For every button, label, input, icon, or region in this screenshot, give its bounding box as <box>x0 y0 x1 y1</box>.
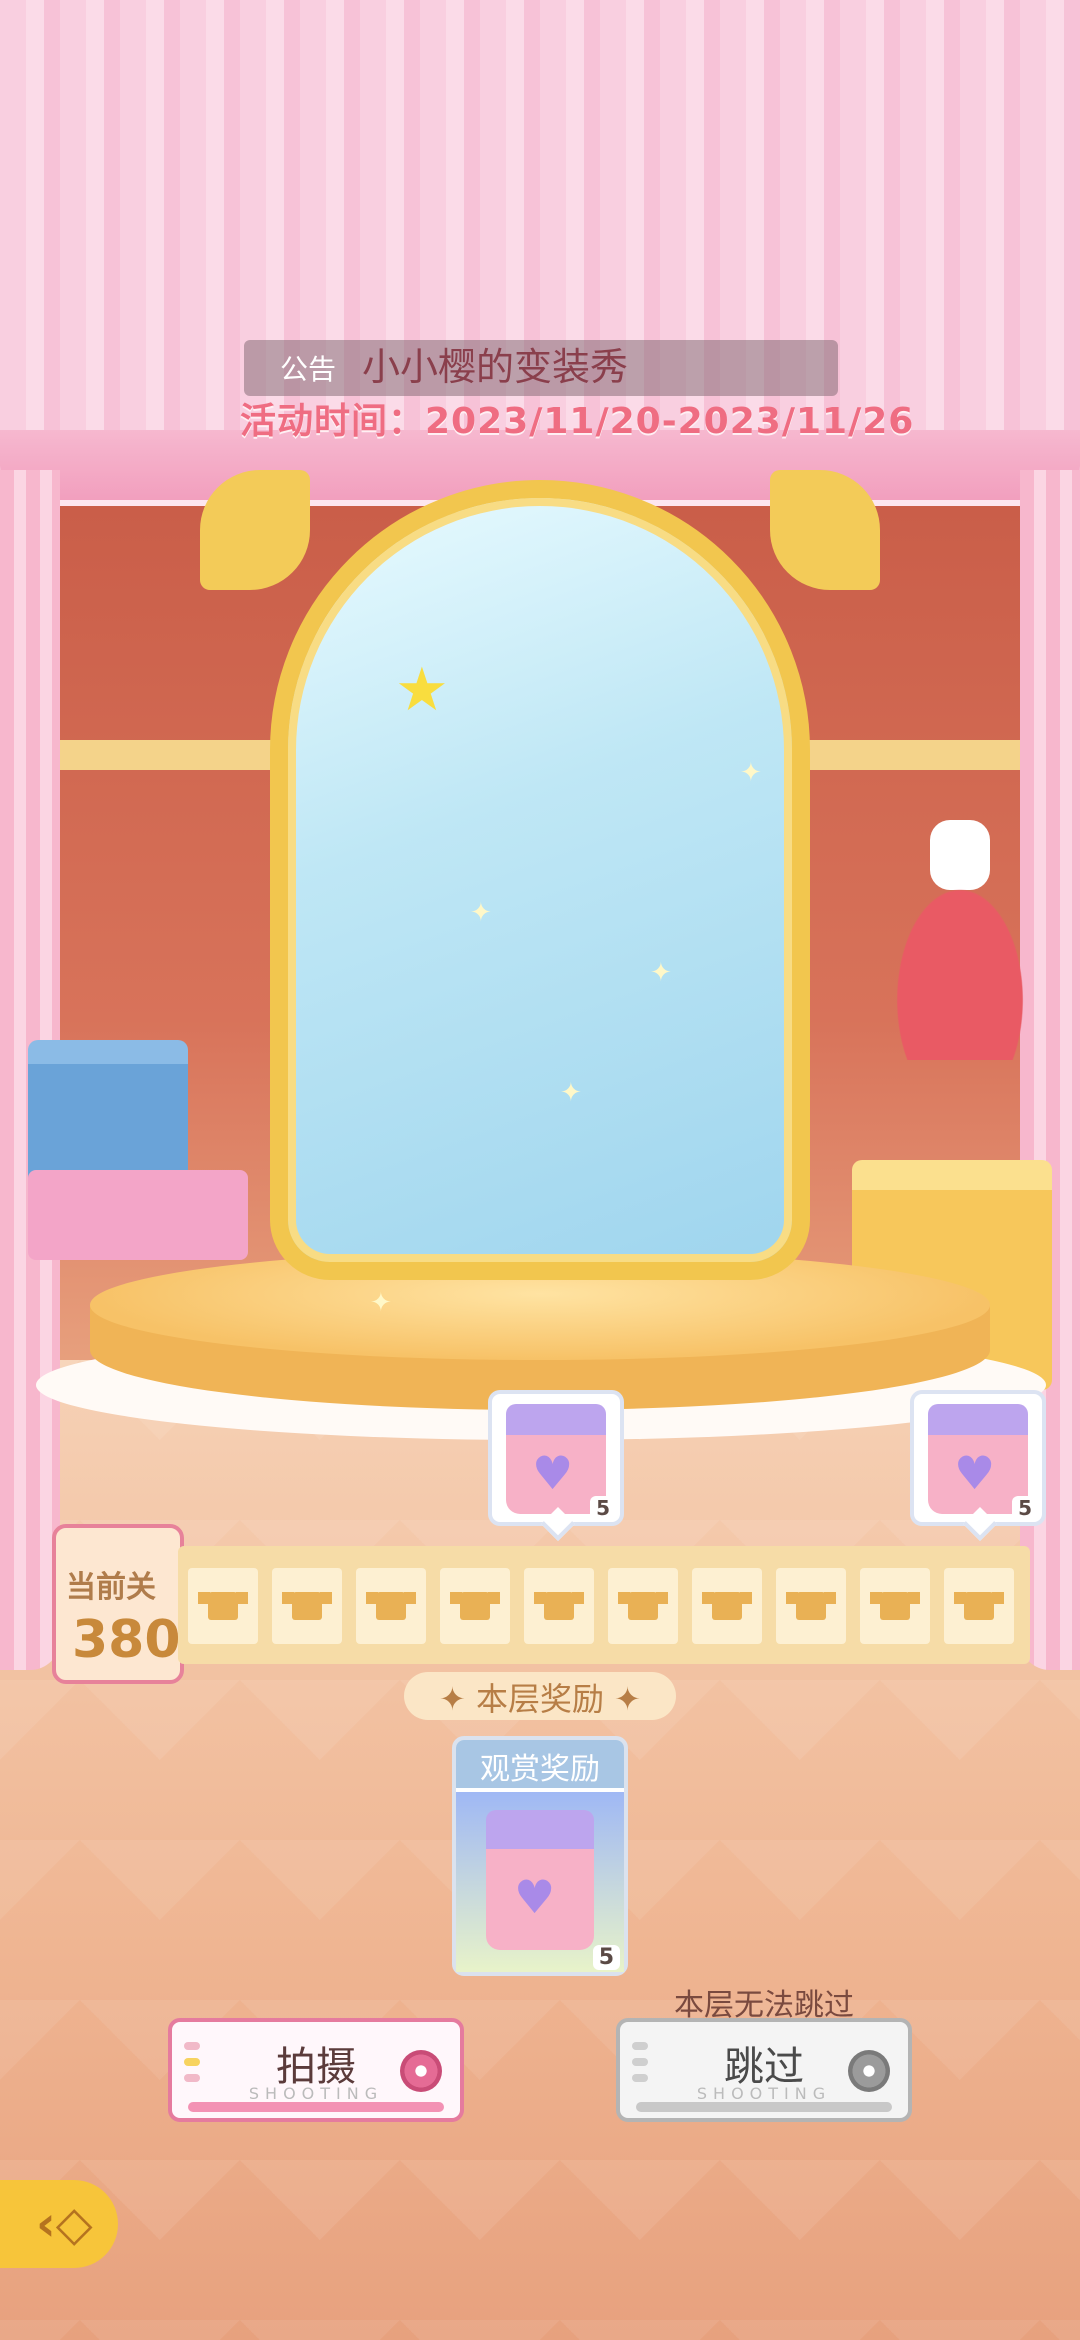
red-dress-mannequin <box>880 860 1040 1060</box>
mirror-wing-right <box>770 470 880 590</box>
current-level-number: 380 <box>72 1610 181 1670</box>
film-frame <box>608 1568 678 1644</box>
star-icon: ★ <box>395 655 449 725</box>
sparkle-icon: ✦ <box>370 1288 392 1318</box>
shirt-icon <box>786 1592 836 1620</box>
film-frame <box>944 1568 1014 1644</box>
reward-quantity: 5 <box>590 1496 616 1520</box>
shirt-icon <box>870 1592 920 1620</box>
shirt-icon <box>198 1592 248 1620</box>
magic-mirror <box>270 480 810 1280</box>
shoot-button[interactable]: 拍摄 SHOOTING <box>168 2018 464 2122</box>
announcement-title: 小小樱的变装秀 <box>362 345 629 389</box>
view-reward-quantity: 5 <box>592 1945 620 1970</box>
film-frame <box>860 1568 930 1644</box>
sparkle-icon: ✦ <box>740 758 762 788</box>
sparkle-icon: ✦ <box>650 958 672 988</box>
button-stripe <box>636 2102 892 2112</box>
back-arrow-icon: ‹◇ <box>36 2196 93 2252</box>
view-reward-title: 观赏奖励 <box>480 1752 600 1787</box>
film-frame <box>692 1568 762 1644</box>
reward-preview-2[interactable]: ♥ 5 <box>910 1390 1046 1541</box>
reward-quantity: 5 <box>1012 1496 1038 1520</box>
film-frame <box>440 1568 510 1644</box>
shirt-icon <box>366 1592 416 1620</box>
view-reward-image: ♥ 5 <box>456 1792 624 1972</box>
heart-icon: ♥ <box>532 1446 574 1500</box>
shirt-icon <box>534 1592 584 1620</box>
current-level-label: 当前关 <box>66 1570 156 1605</box>
camera-lens-icon <box>848 2050 890 2092</box>
shirt-icon <box>702 1592 752 1620</box>
shirt-icon <box>618 1592 668 1620</box>
floor-reward-label: ✦ 本层奖励 ✦ <box>439 1680 641 1718</box>
heart-icon: ♥ <box>514 1870 556 1924</box>
reward-preview-1[interactable]: ♥ 5 <box>488 1390 624 1541</box>
skip-button[interactable]: 跳过 SHOOTING <box>616 2018 912 2122</box>
film-frame <box>188 1568 258 1644</box>
film-frame <box>776 1568 846 1644</box>
shirt-icon <box>954 1592 1004 1620</box>
shirt-icon <box>450 1592 500 1620</box>
reward-bag-icon: ♥ <box>486 1810 594 1950</box>
event-time: 活动时间：2023/11/20-2023/11/26 <box>240 401 915 442</box>
camera-lens-icon <box>400 2050 442 2092</box>
heart-icon: ♥ <box>954 1446 996 1500</box>
film-frame <box>356 1568 426 1644</box>
sparkle-icon: ✦ <box>560 1078 582 1108</box>
button-stripe <box>188 2102 444 2112</box>
shirt-icon <box>282 1592 332 1620</box>
sparkle-icon: ✦ <box>470 898 492 928</box>
announcement-tag: 公告 <box>280 353 337 386</box>
film-frame <box>524 1568 594 1644</box>
film-frame <box>272 1568 342 1644</box>
pink-gift-box <box>28 1170 248 1260</box>
